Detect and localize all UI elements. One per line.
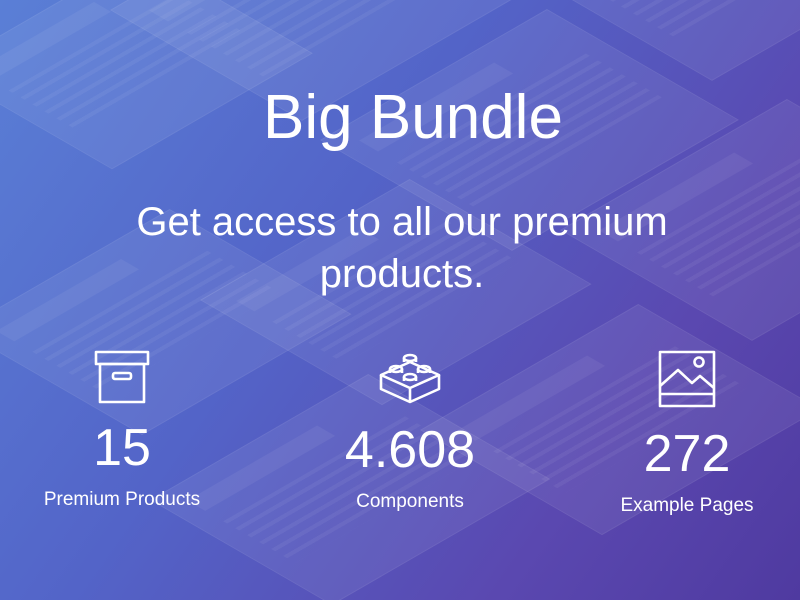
stat-label: Example Pages — [620, 495, 754, 516]
stat-components: 4.608 Components — [290, 350, 530, 514]
hero-banner: Big Bundle Get access to all our premium… — [0, 0, 800, 600]
lego-block-icon — [379, 353, 441, 404]
stat-number: 272 — [643, 425, 731, 483]
image-icon — [658, 350, 716, 408]
stat-label: Premium Products — [43, 489, 201, 510]
stat-number: 15 — [93, 419, 151, 477]
page-title: Big Bundle — [263, 83, 563, 152]
stat-number: 4.608 — [344, 421, 476, 479]
archive-box-icon — [94, 350, 150, 404]
stat-premium-products: 15 Premium Products — [2, 350, 242, 512]
stat-label: Components — [356, 491, 464, 512]
hero-content: Big Bundle Get access to all our premium… — [0, 0, 800, 600]
page-subtitle: Get access to all our premium products. — [136, 200, 668, 296]
stat-example-pages: 272 Example Pages — [567, 350, 800, 518]
